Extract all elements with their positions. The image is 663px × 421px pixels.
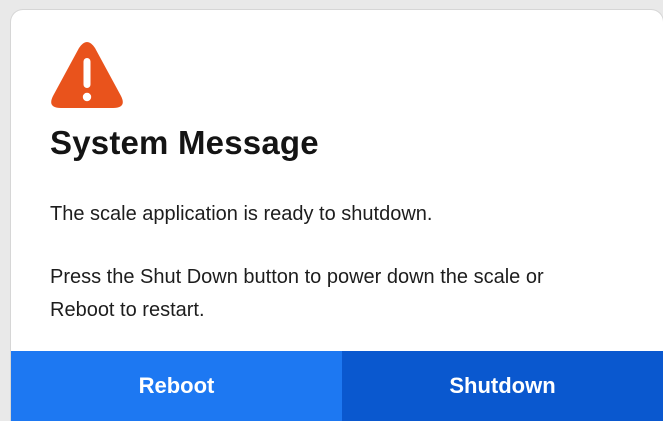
warning-triangle-icon xyxy=(51,42,123,108)
dialog-title: System Message xyxy=(50,124,319,161)
dialog-message-ready: The scale application is ready to shutdo… xyxy=(50,203,433,225)
shutdown-button[interactable]: Shutdown xyxy=(342,351,663,421)
warning-exclamation-bar xyxy=(83,58,91,88)
warning-exclamation-dot xyxy=(82,92,92,102)
reboot-button[interactable]: Reboot xyxy=(11,351,342,421)
system-message-dialog: System Message The scale application is … xyxy=(11,10,663,421)
dialog-button-bar: Reboot Shutdown xyxy=(11,351,663,421)
dialog-message-instructions: Press the Shut Down button to power down… xyxy=(50,266,544,321)
